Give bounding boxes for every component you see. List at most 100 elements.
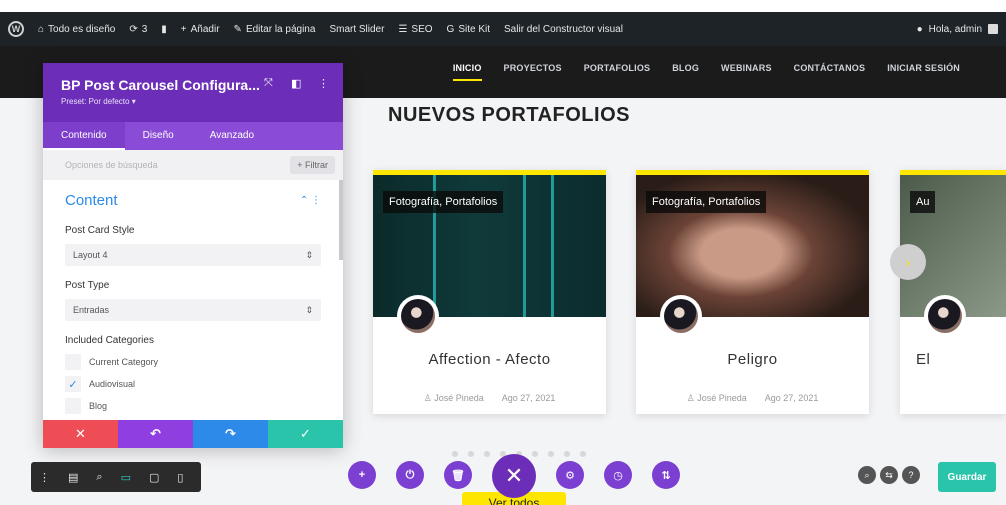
smart-slider-link[interactable]: Smart Slider [329, 24, 384, 35]
filter-button[interactable]: + Filtrar [290, 156, 335, 174]
redo-button[interactable]: ↷ [193, 420, 268, 448]
save-changes-button[interactable]: ✓ [268, 420, 343, 448]
card-title[interactable]: Peligro [636, 351, 869, 368]
layers-icon[interactable]: ▤ [68, 471, 78, 484]
card-title[interactable]: El [916, 351, 1006, 368]
google-icon: G [446, 23, 455, 35]
site-name-link[interactable]: ⌂ Todo es diseño [38, 24, 115, 35]
history-button[interactable]: ◷ [604, 461, 632, 489]
portfolio-card[interactable]: Fotografía, Portafolios Peligro ♙ José P… [636, 170, 869, 414]
check-icon[interactable]: ✓ [65, 376, 81, 392]
user-icon: ♙ [686, 393, 698, 403]
nav-item-proyectos[interactable]: PROYECTOS [504, 63, 562, 73]
tablet-view-icon[interactable]: ▢ [149, 471, 159, 484]
card-meta: ♙ José Pineda Ago 27, 2021 [373, 393, 606, 404]
phone-view-icon[interactable]: ▯ [177, 471, 183, 484]
post-type-select[interactable]: Entradas ⇕ [65, 299, 321, 321]
page-settings-button[interactable]: ⚙ [556, 461, 584, 489]
panel-scrollbar[interactable] [339, 180, 343, 260]
desktop-view-icon[interactable]: ▭ [121, 471, 131, 484]
checkbox[interactable] [65, 398, 81, 414]
save-page-button[interactable]: Guardar [938, 462, 996, 492]
carousel-dot[interactable] [484, 451, 490, 457]
author-name[interactable]: ♙ José Pineda [424, 393, 484, 404]
new-content-link[interactable]: + Añadir [181, 24, 220, 35]
comments-link[interactable]: ▮ [161, 24, 167, 35]
edit-page-link[interactable]: ✎ Editar la página [234, 24, 316, 35]
carousel-next-arrow-icon[interactable]: › [890, 244, 926, 280]
nav-item-iniciar-sesion[interactable]: INICIAR SESIÓN [887, 63, 960, 73]
card-category-tag[interactable]: Fotografía, Portafolios [646, 191, 767, 213]
checkbox[interactable] [65, 354, 81, 370]
carousel-dot[interactable] [548, 451, 554, 457]
exit-builder-link[interactable]: Salir del Constructor visual [504, 24, 623, 35]
help-icon[interactable]: ? [902, 466, 920, 484]
category-checkbox-current[interactable]: Current Category [65, 354, 321, 370]
power-icon: ⏻ [405, 468, 415, 481]
avatar[interactable] [988, 24, 998, 34]
tab-diseno[interactable]: Diseño [125, 122, 192, 150]
close-builder-button[interactable]: ✕ [492, 454, 536, 498]
portfolio-card[interactable]: Fotografía, Portafolios Affection - Afec… [373, 170, 606, 414]
author-avatar [660, 295, 702, 337]
card-title[interactable]: Affection - Afecto [373, 351, 606, 368]
more-icon[interactable]: ⋮ [39, 471, 50, 484]
category-checkbox-blog[interactable]: Blog [65, 398, 321, 414]
select-arrows-icon: ⇕ [305, 304, 313, 315]
help-icon[interactable]: ● [917, 24, 923, 35]
add-module-button[interactable]: + [348, 461, 376, 489]
main-nav: INICIO PROYECTOS PORTAFOLIOS BLOG WEBINA… [452, 46, 960, 90]
author-name[interactable]: ♙ José Pineda [687, 393, 747, 404]
split-view-icon[interactable]: ◧ [291, 77, 301, 90]
panel-actions: ✕ ↶ ↷ ✓ [43, 420, 343, 448]
carousel-dot[interactable] [452, 451, 458, 457]
portability-icon[interactable]: ⇆ [880, 466, 898, 484]
tab-contenido[interactable]: Contenido [43, 122, 125, 150]
sort-icon: ⇅ [661, 469, 671, 482]
portfolio-card[interactable]: Au El [900, 170, 1006, 414]
trash-icon: 🗑 [451, 469, 465, 482]
section-heading: Content [65, 192, 118, 209]
post-card-style-select[interactable]: Layout 4 ⇕ [65, 244, 321, 266]
nav-item-blog[interactable]: BLOG [672, 63, 699, 73]
zoom-icon[interactable]: ⌕ [858, 466, 876, 484]
view-mode-toolbar: ⋮ ▤ ⌕ ▭ ▢ ▯ [31, 462, 201, 492]
discard-button[interactable]: ✕ [43, 420, 118, 448]
chevron-up-icon[interactable]: ⌃ ⋮ [300, 195, 321, 206]
nav-item-contactanos[interactable]: CONTÁCTANOS [794, 63, 866, 73]
search-icon[interactable]: ⌕ [96, 471, 102, 484]
seo-link[interactable]: ☰ SEO [398, 24, 432, 35]
comment-icon: ▮ [161, 23, 167, 35]
user-icon: ♙ [423, 393, 435, 403]
updates-link[interactable]: ⟳ 3 [129, 24, 147, 35]
module-settings-panel: BP Post Carousel Configura... Preset: Po… [43, 63, 343, 447]
expand-icon[interactable]: ⤧ [264, 77, 273, 90]
nav-item-inicio[interactable]: INICIO [452, 63, 482, 81]
carousel-dot[interactable] [580, 451, 586, 457]
browser-top-strip [0, 0, 1006, 12]
portability-button[interactable]: ⏻ [396, 461, 424, 489]
sort-button[interactable]: ⇅ [652, 461, 680, 489]
seo-icon: ☰ [398, 23, 408, 35]
content-section-toggle[interactable]: Content ⌃ ⋮ [65, 192, 321, 209]
history-icon: ◷ [613, 469, 623, 482]
account-greeting[interactable]: Hola, admin [929, 24, 982, 35]
preset-selector[interactable]: Preset: Por defecto ▾ [61, 97, 343, 106]
nav-item-webinars[interactable]: WEBINARS [721, 63, 772, 73]
card-category-tag[interactable]: Au [910, 191, 936, 213]
carousel-dot[interactable] [532, 451, 538, 457]
clear-layout-button[interactable]: 🗑 [444, 461, 472, 489]
more-options-icon[interactable]: ⋮ [318, 77, 329, 90]
site-kit-link[interactable]: G Site Kit [447, 24, 490, 35]
post-date: Ago 27, 2021 [501, 393, 556, 403]
card-category-tag[interactable]: Fotografía, Portafolios [383, 191, 504, 213]
category-checkbox-audiovisual[interactable]: ✓ Audiovisual [65, 376, 321, 392]
nav-item-portafolios[interactable]: PORTAFOLIOS [584, 63, 651, 73]
tab-avanzado[interactable]: Avanzado [192, 122, 272, 150]
undo-button[interactable]: ↶ [118, 420, 193, 448]
wordpress-logo-icon[interactable]: W [8, 21, 24, 37]
post-date: Ago 27, 2021 [764, 393, 819, 403]
carousel-dot[interactable] [564, 451, 570, 457]
carousel-dot[interactable] [468, 451, 474, 457]
search-options-input[interactable]: Opciones de búsqueda [65, 160, 158, 170]
